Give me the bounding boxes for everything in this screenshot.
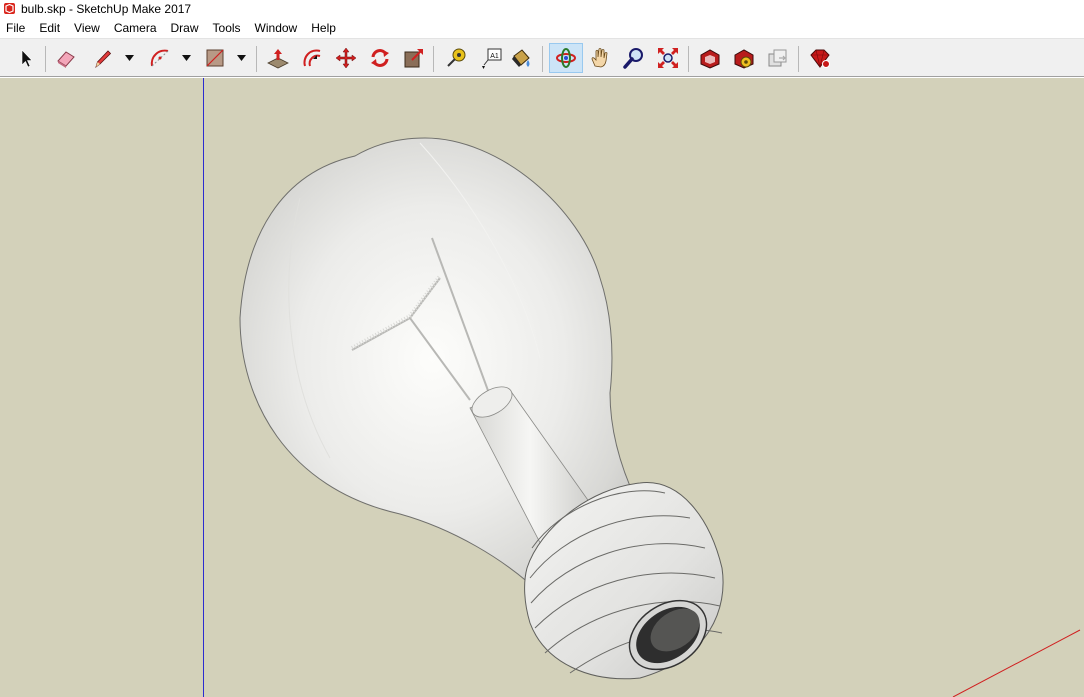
text-tool-caption: A1 [490, 53, 499, 60]
toolbar-separator [798, 46, 799, 72]
paint-bucket-icon [512, 49, 530, 67]
menu-draw[interactable]: Draw [164, 18, 206, 38]
menu-edit[interactable]: Edit [32, 18, 67, 38]
menu-view[interactable]: View [67, 18, 107, 38]
pan-hand-icon [591, 48, 608, 68]
menu-window[interactable]: Window [248, 18, 305, 38]
red-axis-line [952, 629, 1081, 697]
menu-help[interactable]: Help [304, 18, 343, 38]
shape-tools-dropdown[interactable] [235, 43, 247, 73]
model-scene [203, 78, 1081, 697]
pan-tool-button[interactable] [585, 43, 615, 73]
text-label-icon: A1 [482, 48, 502, 69]
sketchup-logo-icon [4, 3, 15, 14]
title-bar: bulb.skp - SketchUp Make 2017 [0, 0, 1084, 17]
main-toolbar: A1 [0, 38, 1084, 77]
window-title: bulb.skp - SketchUp Make 2017 [21, 1, 192, 16]
push-pull-icon [267, 49, 289, 69]
menu-camera[interactable]: Camera [107, 18, 164, 38]
move-tool-button[interactable] [331, 43, 361, 73]
toolbar-separator [542, 46, 543, 72]
light-bulb-model [239, 137, 724, 680]
rectangle-icon [206, 49, 224, 67]
zoom-magnifier-icon [623, 48, 643, 69]
menu-tools[interactable]: Tools [206, 18, 248, 38]
tape-measure-tool-button[interactable] [441, 43, 471, 73]
chevron-down-icon [236, 55, 246, 61]
arc-tool-button[interactable] [145, 43, 175, 73]
rectangle-tool-button[interactable] [200, 43, 230, 73]
extension-warehouse-icon [734, 49, 754, 69]
offset-icon [303, 49, 321, 67]
extension-manager-button[interactable] [805, 43, 835, 73]
rotate-tool-button[interactable] [365, 43, 395, 73]
orbit-tool-button[interactable] [549, 43, 583, 73]
move-icon [335, 47, 357, 69]
zoom-extents-tool-button[interactable] [653, 43, 683, 73]
ruby-extension-icon [810, 49, 830, 68]
select-tool-button[interactable] [11, 43, 41, 73]
extension-warehouse-button[interactable] [729, 43, 759, 73]
push-pull-tool-button[interactable] [263, 43, 293, 73]
share-model-button[interactable] [763, 43, 793, 73]
offset-tool-button[interactable] [297, 43, 327, 73]
arc-icon [150, 49, 169, 67]
menu-file[interactable]: File [0, 18, 32, 38]
line-tool-button[interactable] [88, 43, 118, 73]
paint-bucket-tool-button[interactable] [506, 43, 536, 73]
arc-tools-dropdown[interactable] [180, 43, 192, 73]
menu-bar: File Edit View Camera Draw Tools Window … [0, 18, 1084, 38]
zoom-tool-button[interactable] [619, 43, 649, 73]
zoom-extents-icon [658, 48, 678, 68]
eraser-tool-button[interactable] [51, 43, 81, 73]
toolbar-separator [256, 46, 257, 72]
chevron-down-icon [181, 55, 191, 61]
pencil-icon [95, 50, 112, 69]
tape-measure-icon [447, 48, 466, 67]
orbit-icon [556, 48, 576, 68]
chevron-down-icon [124, 55, 134, 61]
toolbar-separator [688, 46, 689, 72]
3d-warehouse-button[interactable] [695, 43, 725, 73]
scale-tool-button[interactable] [399, 43, 429, 73]
scale-icon [404, 49, 423, 68]
model-viewport[interactable] [0, 78, 1084, 697]
toolbar-separator [433, 46, 434, 72]
eraser-icon [57, 51, 75, 68]
select-arrow-icon [21, 49, 33, 68]
share-model-icon [768, 49, 787, 67]
warehouse-icon [700, 49, 720, 69]
rotate-icon [371, 49, 389, 67]
line-tools-dropdown[interactable] [123, 43, 135, 73]
toolbar-separator [45, 46, 46, 72]
text-tool-button[interactable]: A1 [476, 43, 506, 73]
